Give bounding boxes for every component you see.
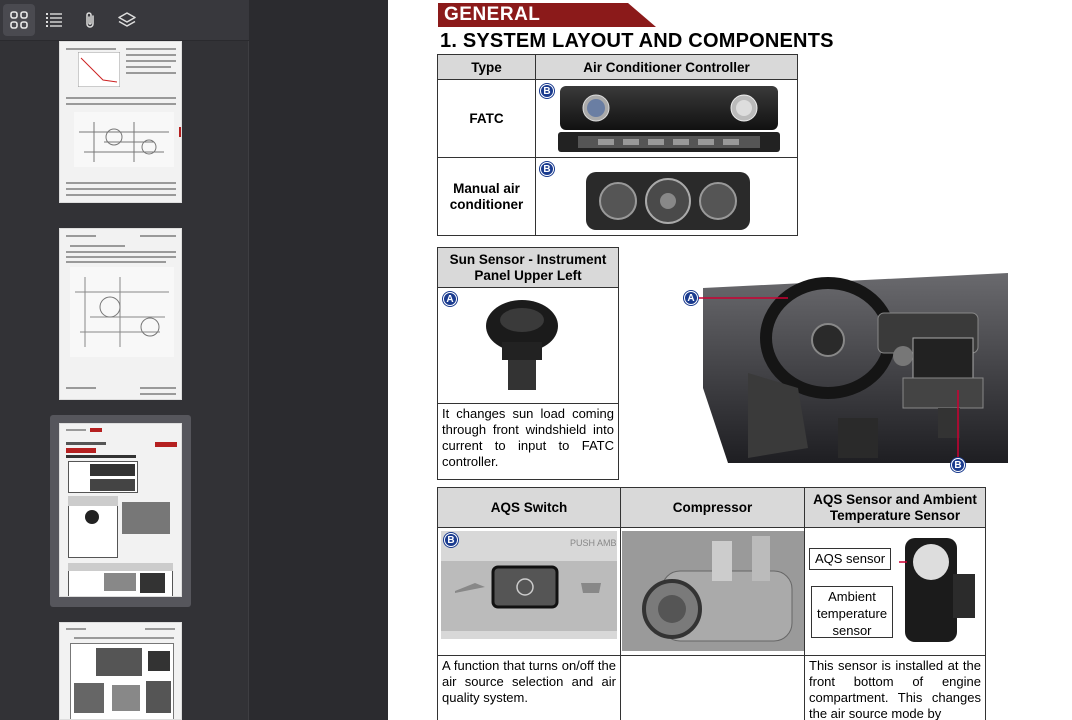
column-header-controller: Air Conditioner Controller <box>535 54 798 80</box>
section-banner-label: GENERAL <box>444 4 541 25</box>
attachments-button[interactable] <box>74 4 106 36</box>
callout-badge: A <box>684 291 698 305</box>
grid-view-icon <box>10 11 28 29</box>
manual-image-cell: B <box>535 157 798 236</box>
aqs-sensor-callout: AQS sensor <box>809 548 891 570</box>
aqs-switch-description: A function that turns on/off the air sou… <box>437 655 621 720</box>
push-amb-label: PUSH AMB <box>570 538 617 548</box>
column-header-aqs-sensor: AQS Sensor and Ambient Temperature Senso… <box>804 487 986 528</box>
compressor-description <box>620 655 805 720</box>
pdf-viewer: GENERAL 1. SYSTEM LAYOUT AND COMPONENTS … <box>0 0 1072 720</box>
layers-icon <box>118 12 136 27</box>
grid-view-button[interactable] <box>3 4 35 36</box>
aqs-sensor-image-cell: AQS sensor Ambient temperature sensor <box>804 527 986 656</box>
sidebar-toolbar <box>0 0 249 41</box>
sun-sensor-table: Sun Sensor - Instrument Panel Upper Left… <box>437 247 619 480</box>
page-thumbnail[interactable] <box>59 622 182 720</box>
outline-button[interactable] <box>38 4 70 36</box>
layers-button[interactable] <box>111 4 143 36</box>
attachment-icon <box>86 12 94 28</box>
callout-badge: B <box>540 84 554 98</box>
thumbnail-sidebar[interactable] <box>0 0 249 720</box>
components-table: AQS Switch Compressor AQS Sensor and Amb… <box>437 487 986 720</box>
aqs-sensor-description: This sensor is installed at the front bo… <box>804 655 986 720</box>
sun-sensor-header: Sun Sensor - Instrument Panel Upper Left <box>437 247 619 288</box>
aqs-switch-image-cell: B PUSH AMB <box>437 527 621 656</box>
ambient-sensor-callout: Ambient temperature sensor <box>811 586 893 638</box>
sun-sensor-image <box>486 300 558 390</box>
dashboard-photo <box>696 273 1008 463</box>
compressor-image <box>622 531 804 651</box>
document-page: GENERAL 1. SYSTEM LAYOUT AND COMPONENTS … <box>388 0 1072 720</box>
callout-badge: B <box>444 533 458 547</box>
sun-sensor-description: It changes sun load coming through front… <box>437 403 619 480</box>
column-header-aqs-switch: AQS Switch <box>437 487 621 528</box>
column-header-compressor: Compressor <box>620 487 805 528</box>
type-cell-fatc: FATC <box>437 79 536 158</box>
fatc-image-cell: B <box>535 79 798 158</box>
callout-badge: A <box>443 292 457 306</box>
page-title: 1. SYSTEM LAYOUT AND COMPONENTS <box>440 30 834 52</box>
callout-badge: B <box>951 458 965 472</box>
page-thumbnail-current[interactable] <box>59 423 182 597</box>
controller-table: Type Air Conditioner Controller FATC B M… <box>437 54 798 236</box>
callout-badge: B <box>540 162 554 176</box>
fatc-controller-image <box>558 86 780 152</box>
type-cell-manual: Manual air conditioner <box>437 157 536 236</box>
outline-list-icon <box>46 13 62 27</box>
viewer-background <box>250 0 388 720</box>
compressor-image-cell <box>620 527 805 656</box>
column-header-type: Type <box>437 54 536 80</box>
manual-controller-image <box>586 172 750 230</box>
sun-sensor-image-cell: A <box>437 287 619 404</box>
page-thumbnail[interactable] <box>59 228 182 400</box>
aqs-sensor-image <box>899 538 975 642</box>
page-thumbnail[interactable] <box>59 41 182 203</box>
